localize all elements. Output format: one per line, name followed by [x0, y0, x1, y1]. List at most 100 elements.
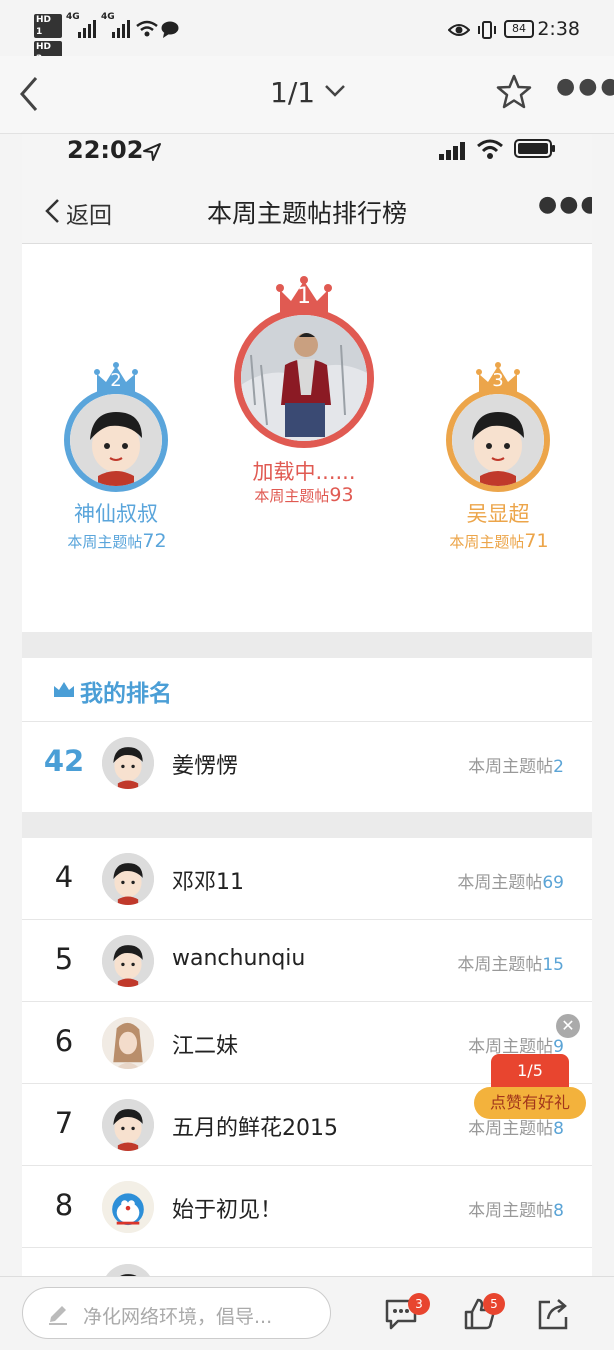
podium-count-value: 71	[524, 530, 549, 552]
my-rank-heading: 我的排名	[80, 681, 172, 707]
list-item[interactable]: 4 邓邓11 本周主题帖69	[22, 838, 592, 920]
wifi-icon	[136, 20, 158, 37]
post-count: 本周主题帖8	[468, 1196, 564, 1221]
post-count-value: 8	[553, 1201, 564, 1221]
eye-icon	[448, 24, 470, 36]
user-name: 始于初见！	[172, 1198, 283, 1223]
list-item[interactable]: 8 始于初见！ 本周主题帖8	[22, 1166, 592, 1248]
rank-number: 42	[43, 744, 85, 778]
post-count: 本周主题帖15	[457, 950, 564, 975]
crown-small-icon	[54, 682, 74, 697]
avatar-photo-icon	[241, 315, 367, 441]
avatar	[102, 935, 154, 987]
list-item[interactable]: 5 wanchunqiu 本周主题帖15	[22, 920, 592, 1002]
podium-count-label: 本周主题帖	[254, 487, 330, 505]
avatar-cartoon-icon	[102, 935, 154, 987]
vibrate-icon	[478, 21, 496, 39]
post-count-label: 本周主题帖	[468, 1119, 554, 1139]
avatar-cartoon-icon	[452, 394, 544, 486]
promo-button[interactable]: 点赞有好礼	[474, 1087, 586, 1119]
my-rank-row[interactable]: 42 姜愣愣 本周主题帖2	[22, 722, 592, 804]
promo-pager[interactable]: 1/5	[491, 1054, 569, 1088]
section-divider	[22, 812, 592, 838]
inner-signal-icon	[439, 142, 465, 160]
user-name: 江二妹	[172, 1034, 239, 1059]
podium-name[interactable]: 神仙叔叔	[58, 498, 174, 528]
viewer-header: 1/1 ●●●	[0, 56, 614, 134]
podium-count: 本周主题帖71	[424, 530, 574, 552]
avatar-doraemon-icon	[102, 1181, 154, 1233]
comment-input[interactable]: 净化网络环境，倡导...	[22, 1287, 331, 1339]
post-count-label: 本周主题帖	[468, 1201, 554, 1221]
user-name: 邓邓11	[172, 870, 244, 895]
signal-icon-2	[112, 20, 130, 38]
podium-count-value: 72	[142, 530, 167, 552]
hd-1-badge: HD 1	[34, 14, 62, 38]
message-icon	[161, 21, 179, 38]
podium-count-value: 93	[329, 484, 354, 506]
post-count-label: 本周主题帖	[457, 873, 543, 893]
location-arrow-icon	[143, 143, 161, 161]
avatar	[102, 853, 154, 905]
post-count: 本周主题帖2	[468, 752, 564, 777]
rank-number: 6	[54, 1024, 74, 1058]
avatar	[102, 1017, 154, 1069]
inner-time: 22:02	[67, 136, 144, 164]
user-name: 姜愣愣	[172, 754, 239, 779]
avatar	[102, 1181, 154, 1233]
avatar	[446, 388, 550, 492]
user-name: wanchunqiu	[172, 946, 306, 971]
podium-count-label: 本周主题帖	[67, 533, 143, 551]
post-count-value: 15	[542, 955, 564, 975]
avatar	[102, 1099, 154, 1151]
podium-place-1: 1	[297, 284, 311, 309]
rank-number: 4	[54, 860, 74, 894]
star-icon[interactable]	[496, 74, 532, 110]
post-count-value: 2	[553, 757, 564, 777]
avatar-cartoon-icon	[102, 1099, 154, 1151]
inner-status-bar: 22:02	[22, 134, 592, 174]
user-name: 五月的鲜花2015	[172, 1116, 338, 1141]
post-count-value: 69	[542, 873, 564, 893]
rank-number: 7	[54, 1106, 74, 1140]
system-status-bar: HD 1 HD 2 4G 4G 84 2:38	[0, 0, 614, 65]
avatar	[102, 737, 154, 789]
inner-battery-icon	[514, 139, 555, 158]
battery-indicator: 84	[504, 20, 534, 38]
back-arrow-icon[interactable]	[18, 76, 40, 112]
avatar-photo-icon	[102, 1017, 154, 1069]
screen: HD 1 HD 2 4G 4G 84 2:38 1/1	[0, 0, 614, 1350]
podium-name[interactable]: 加载中......	[232, 456, 376, 486]
avatar	[234, 308, 374, 448]
post-count: 本周主题帖69	[457, 868, 564, 893]
chevron-down-icon[interactable]	[324, 84, 346, 98]
rank-number: 5	[54, 942, 74, 976]
promo-close-button[interactable]: ✕	[556, 1014, 580, 1038]
like-badge: 5	[483, 1293, 505, 1315]
inner-wifi-icon	[477, 139, 503, 159]
podium-count-label: 本周主题帖	[449, 533, 525, 551]
post-count-label: 本周主题帖	[468, 757, 554, 777]
avatar	[64, 388, 168, 492]
pencil-icon	[49, 1306, 67, 1325]
system-time: 2:38	[537, 18, 580, 40]
avatar-cartoon-icon	[70, 394, 162, 486]
post-count-value: 8	[553, 1119, 564, 1139]
signal-icon	[78, 20, 96, 38]
comment-placeholder: 净化网络环境，倡导...	[83, 1306, 273, 1328]
podium-count: 本周主题帖72	[42, 530, 192, 552]
page-title: 本周主题帖排行榜	[206, 199, 407, 228]
avatar-cartoon-icon	[102, 737, 154, 789]
section-divider	[22, 632, 592, 658]
viewer-pager[interactable]: 1/1	[270, 76, 315, 109]
avatar-cartoon-icon	[102, 853, 154, 905]
podium-name[interactable]: 吴显超	[440, 498, 556, 528]
inner-nav-bar: 返回 本周主题帖排行榜 ●●●	[22, 174, 592, 244]
inner-more-icon[interactable]: ●●●	[538, 192, 592, 217]
share-icon[interactable]	[536, 1297, 570, 1331]
post-count-label: 本周主题帖	[457, 955, 543, 975]
rank-number: 8	[54, 1188, 74, 1222]
bottom-action-bar: 净化网络环境，倡导... 3 5	[0, 1276, 614, 1350]
comment-badge: 3	[408, 1293, 430, 1315]
more-options-icon[interactable]: ●●●	[556, 74, 614, 99]
